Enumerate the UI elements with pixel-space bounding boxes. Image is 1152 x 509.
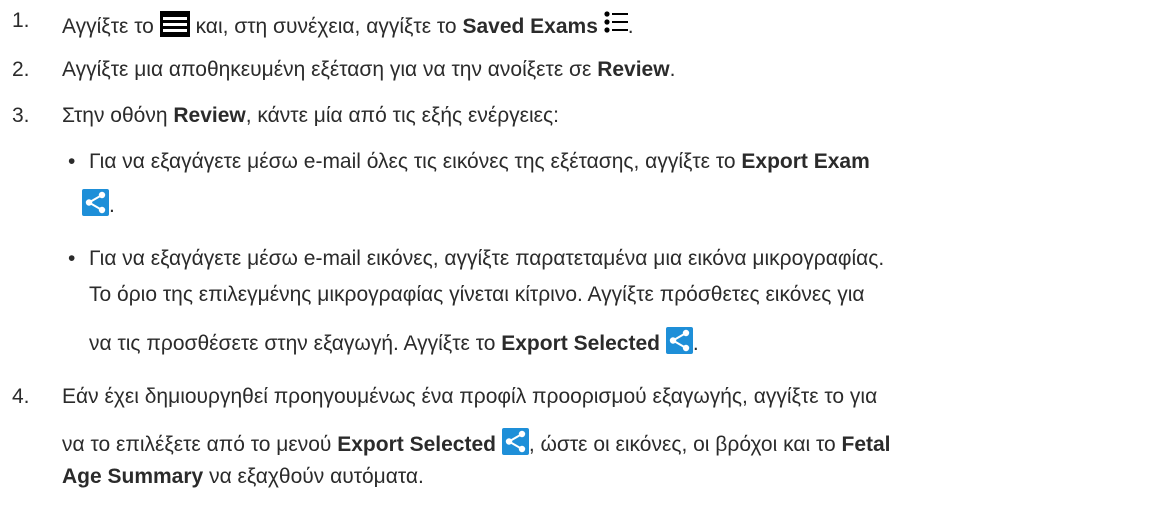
share-icon (501, 428, 529, 455)
step-text-line-1: Εάν έχει δημιουργηθεί προηγουμένως ένα π… (62, 385, 878, 408)
step-number: 4. (12, 385, 30, 408)
list-icon (604, 9, 628, 37)
bullet-text: Για να εξαγάγετε μέσω e-mail όλες τις ει… (89, 150, 870, 173)
bullet-dot: • (68, 247, 76, 270)
hamburger-menu-icon (159, 11, 190, 37)
step-number: 3. (12, 104, 30, 127)
step-text: Αγγίξτε το και, στη συνέχεια, αγγίξτε το… (62, 9, 634, 39)
bullet-dot: • (68, 150, 76, 173)
step-text: Αγγίξτε μια αποθηκευμένη εξέταση για να … (62, 58, 676, 81)
share-icon (82, 189, 109, 216)
step-text: Στην οθόνη Review, κάντε μία από τις εξή… (62, 104, 559, 127)
bullet-text-line-1: Για να εξαγάγετε μέσω e-mail εικόνες, αγ… (89, 247, 885, 270)
step-number: 2. (12, 58, 30, 81)
document-page: 1. Αγγίξτε το και, στη συνέχεια, αγγίξτε… (12, 9, 891, 488)
step-number: 1. (12, 9, 30, 32)
share-icon (665, 327, 693, 354)
